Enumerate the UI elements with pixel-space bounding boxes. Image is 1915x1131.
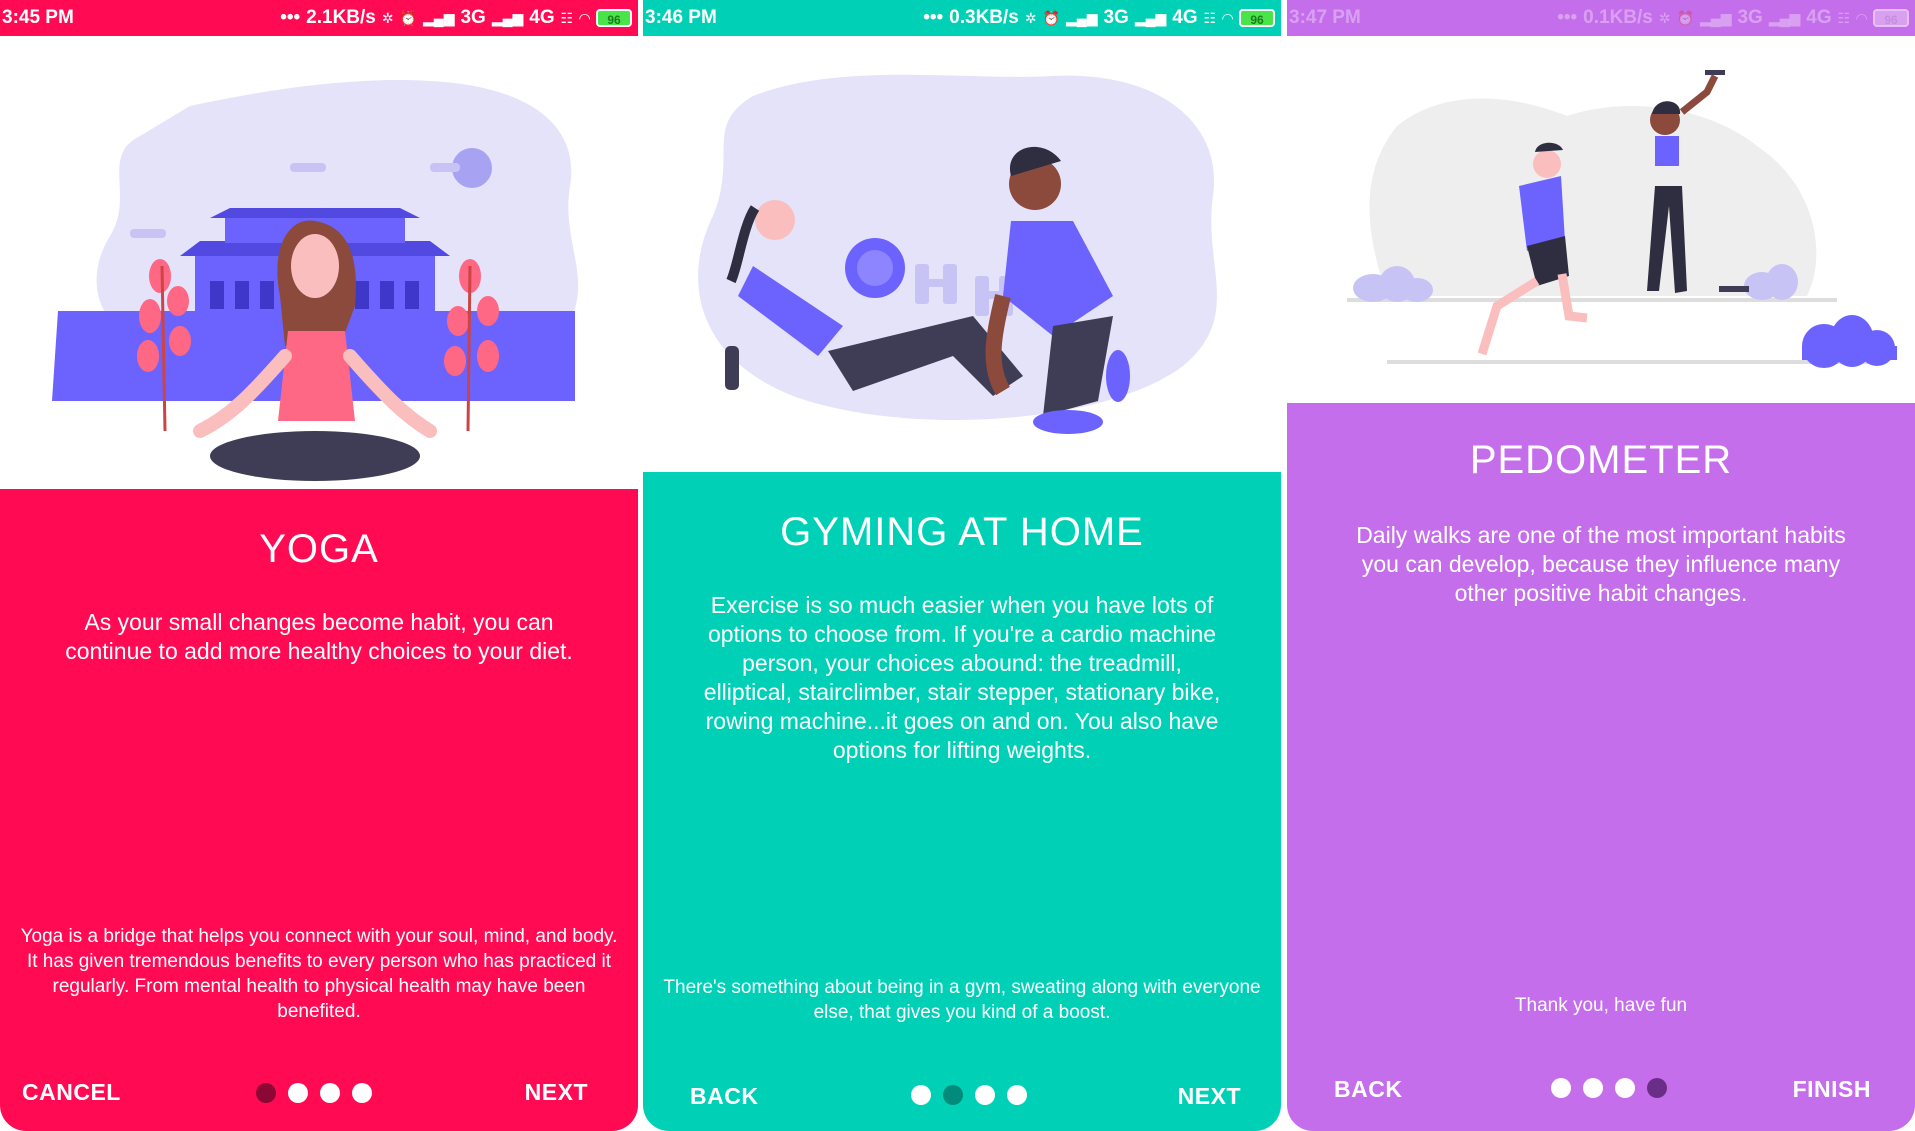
more-icon: ••• [1557, 7, 1578, 28]
yoga-illustration [0, 36, 638, 489]
bush-icon [1802, 315, 1897, 368]
battery-icon: 96 [1239, 9, 1275, 27]
more-icon: ••• [280, 7, 301, 28]
page-dot-1[interactable] [911, 1085, 931, 1105]
network-speed: 2.1KB/s [306, 7, 376, 28]
network-type-2: 4G [1172, 7, 1198, 28]
page-indicator [1551, 1078, 1667, 1098]
next-button[interactable]: NEXT [525, 1079, 588, 1106]
gym-illustration [643, 36, 1281, 472]
page-dot-4[interactable] [1647, 1078, 1667, 1098]
signal-icon-2: ▂▄▆ [491, 9, 524, 26]
page-dot-3[interactable] [975, 1085, 995, 1105]
signal-icon-2: ▂▄▆ [1134, 9, 1167, 26]
network-type: 3G [1737, 7, 1763, 28]
back-button[interactable]: BACK [1334, 1076, 1402, 1103]
page-dot-4[interactable] [1007, 1085, 1027, 1105]
battery-icon: 96 [1873, 9, 1909, 27]
next-button[interactable]: NEXT [1178, 1083, 1241, 1110]
page-footer-text: Thank you, have fun [1514, 995, 1688, 1016]
alarm-icon: ⏰ [399, 9, 418, 26]
wifi-icon: ◠ [579, 9, 590, 26]
bluetooth-icon: ✲ [381, 9, 394, 26]
network-type-2: 4G [1806, 7, 1832, 28]
page-title: YOGA [259, 527, 379, 571]
network-type: 3G [1103, 7, 1129, 28]
signal-icon-2: ▂▄▆ [1768, 9, 1801, 26]
status-bar: 3:45 PM ••• 2.1KB/s ✲ ⏰ ▂▄▆ 3G ▂▄▆ 4G ☷ … [0, 0, 638, 36]
network-speed: 0.1KB/s [1583, 7, 1653, 28]
battery-icon: 96 [596, 9, 632, 27]
page-indicator [256, 1083, 372, 1103]
status-time: 3:45 PM [2, 7, 74, 28]
barbell-icon [1719, 286, 1749, 292]
page-footer-text: There's something about being in a gym, … [663, 977, 1261, 1023]
volte-icon: ☷ [1203, 9, 1217, 26]
page-dot-4[interactable] [352, 1083, 372, 1103]
alarm-icon: ⏰ [1676, 9, 1695, 26]
network-type: 3G [460, 7, 486, 28]
wifi-icon: ◠ [1222, 9, 1233, 26]
network-speed: 0.3KB/s [949, 7, 1019, 28]
page-title: GYMING AT HOME [780, 510, 1144, 554]
page-dot-1[interactable] [1551, 1078, 1571, 1098]
signal-icon: ▂▄▆ [1700, 9, 1732, 26]
back-button[interactable]: BACK [690, 1083, 758, 1110]
volte-icon: ☷ [560, 9, 574, 26]
page-description: Exercise is so much easier when you have… [703, 592, 1221, 763]
page-dot-2[interactable] [1583, 1078, 1603, 1098]
more-icon: ••• [923, 7, 944, 28]
onboarding-screen-yoga: 3:45 PM ••• 2.1KB/s ✲ ⏰ ▂▄▆ 3G ▂▄▆ 4G ☷ … [0, 0, 638, 1131]
bottle-icon [725, 346, 739, 390]
onboarding-screen-gym: 3:46 PM ••• 0.3KB/s ✲ ⏰ ▂▄▆ 3G ▂▄▆ 4G ☷ … [643, 0, 1281, 1131]
wifi-icon: ◠ [1856, 9, 1867, 26]
signal-icon: ▂▄▆ [1066, 9, 1098, 26]
bluetooth-icon: ✲ [1024, 9, 1037, 26]
network-type-2: 4G [529, 7, 555, 28]
page-footer-text: Yoga is a bridge that helps you connect … [20, 926, 618, 1022]
page-description: Daily walks are one of the most importan… [1356, 522, 1846, 606]
bluetooth-icon: ✲ [1658, 9, 1671, 26]
background-blob [698, 74, 1217, 420]
page-dot-2[interactable] [943, 1085, 963, 1105]
page-dot-3[interactable] [1615, 1078, 1635, 1098]
page-title: PEDOMETER [1469, 438, 1733, 482]
page-dot-2[interactable] [288, 1083, 308, 1103]
volte-icon: ☷ [1837, 9, 1851, 26]
page-dot-3[interactable] [320, 1083, 340, 1103]
onboarding-screen-pedometer: 3:47 PM ••• 0.1KB/s ✲ ⏰ ▂▄▆ 3G ▂▄▆ 4G ☷ … [1287, 0, 1915, 1131]
status-bar: 3:46 PM ••• 0.3KB/s ✲ ⏰ ▂▄▆ 3G ▂▄▆ 4G ☷ … [643, 0, 1281, 36]
background-clouds [1369, 98, 1817, 296]
page-description: As your small changes become habit, you … [65, 609, 573, 664]
alarm-icon: ⏰ [1042, 9, 1061, 26]
page-dot-1[interactable] [256, 1083, 276, 1103]
signal-icon: ▂▄▆ [423, 9, 455, 26]
status-time: 3:46 PM [645, 7, 717, 28]
page-indicator [911, 1085, 1027, 1105]
finish-button[interactable]: FINISH [1793, 1076, 1871, 1103]
status-time: 3:47 PM [1289, 7, 1361, 28]
status-bar: 3:47 PM ••• 0.1KB/s ✲ ⏰ ▂▄▆ 3G ▂▄▆ 4G ☷ … [1287, 0, 1915, 36]
cancel-button[interactable]: CANCEL [22, 1079, 121, 1106]
pedometer-illustration [1287, 36, 1915, 403]
